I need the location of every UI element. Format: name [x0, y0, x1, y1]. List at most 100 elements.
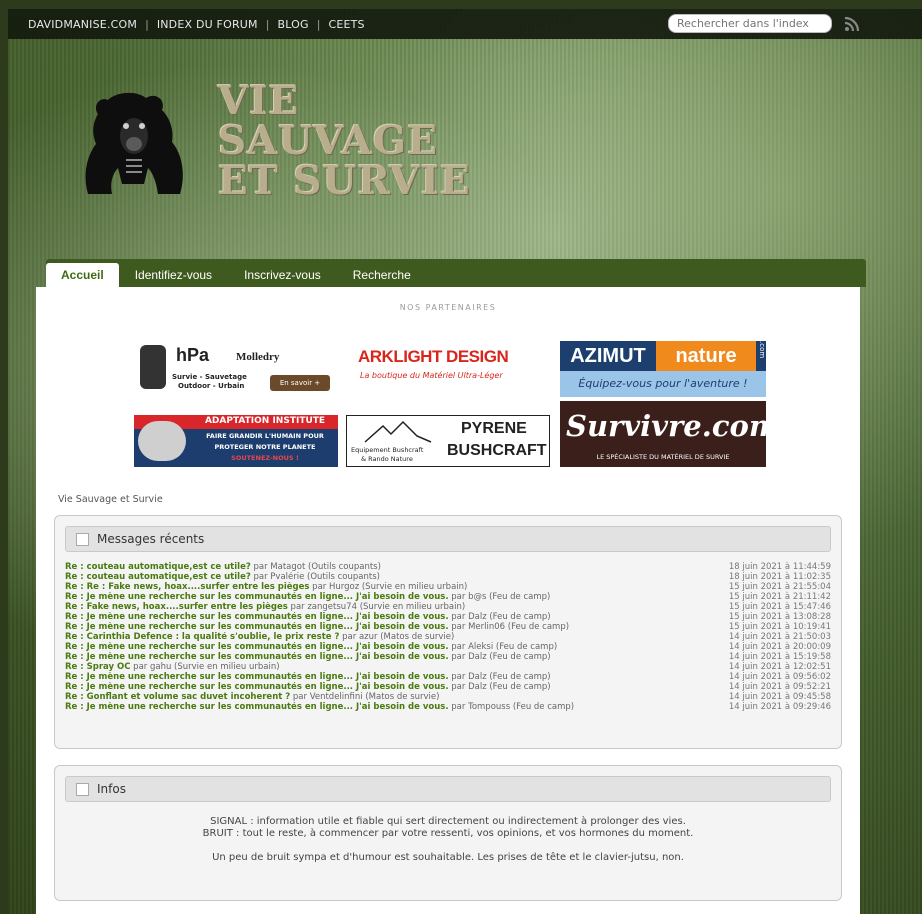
message-title-link[interactable]: Re : Je mène une recherche sur les commu…: [65, 702, 449, 712]
top-nav-links: DAVIDMANISE.COM | INDEX DU FORUM | BLOG …: [28, 18, 365, 31]
backpack-icon: [140, 345, 166, 389]
tab-accueil[interactable]: Accueil: [46, 263, 119, 287]
recent-messages-header[interactable]: Messages récents: [65, 526, 831, 552]
azimut-nature: nature: [656, 341, 756, 371]
pyrene-tag2: & Rando Nature: [361, 455, 413, 463]
top-bar: DAVIDMANISE.COM | INDEX DU FORUM | BLOG …: [8, 9, 922, 39]
list-item: Re : Je mène une recherche sur les commu…: [65, 682, 831, 692]
hpa-name: hPa: [176, 345, 210, 365]
message-date: 18 juin 2021 à 11:02:35: [728, 572, 831, 582]
message-title-link[interactable]: Re : Je mène une recherche sur les commu…: [65, 682, 449, 692]
message-summary: Re : Carinthia Defence : la qualité s'ou…: [65, 632, 454, 642]
site-logo-text[interactable]: VIE SAUVAGE ET SURVIE: [218, 81, 471, 201]
message-title-link[interactable]: Re : Je mène une recherche sur les commu…: [65, 612, 449, 622]
message-author-board[interactable]: par Dalz (Feu de camp): [449, 652, 550, 662]
collapse-checkbox[interactable]: [76, 532, 89, 546]
list-item: Re : Je mène une recherche sur les commu…: [65, 612, 831, 622]
page-frame: DAVIDMANISE.COM | INDEX DU FORUM | BLOG …: [8, 9, 922, 914]
message-author-board[interactable]: par Dalz (Feu de camp): [449, 672, 550, 682]
message-title-link[interactable]: Re : Je mène une recherche sur les commu…: [65, 622, 449, 632]
tab-identifiez-vous[interactable]: Identifiez-vous: [119, 263, 228, 287]
partners-title: NOS PARTENAIRES: [399, 303, 497, 312]
message-author-board[interactable]: par Pvalérie (Outils coupants): [251, 572, 379, 582]
message-author-board[interactable]: par Aleksi (Feu de camp): [449, 642, 557, 652]
message-title-link[interactable]: Re : Je mène une recherche sur les commu…: [65, 642, 449, 652]
message-author-board[interactable]: par Matagot (Outils coupants): [251, 562, 380, 572]
bear-logo-icon[interactable]: [78, 84, 190, 196]
message-summary: Re : Gonflant et volume sac duvet incohe…: [65, 692, 439, 702]
list-item: Re : Je mène une recherche sur les commu…: [65, 642, 831, 652]
separator: |: [316, 17, 321, 31]
list-item: Re : Carinthia Defence : la qualité s'ou…: [65, 632, 831, 642]
message-title-link[interactable]: Re : Re : Fake news, hoax....surfer entr…: [65, 582, 309, 592]
message-title-link[interactable]: Re : Je mène une recherche sur les commu…: [65, 592, 449, 602]
message-author-board[interactable]: par Dalz (Feu de camp): [449, 612, 550, 622]
adaptation-line2: PROTEGER NOTRE PLANETE: [214, 443, 316, 451]
message-author-board[interactable]: par Hurgoz (Survie en milieu urbain): [309, 582, 467, 592]
partner-hpa-banner[interactable]: hPa Molledry Survie - Sauvetage Outdoor …: [134, 341, 338, 397]
infos-header[interactable]: Infos: [65, 776, 831, 802]
list-item: Re : Fake news, hoax....surfer entre les…: [65, 602, 831, 612]
message-date: 15 juin 2021 à 21:11:42: [728, 592, 831, 602]
message-author-board[interactable]: par gahu (Survie en milieu urbain): [130, 662, 279, 672]
top-link-blog[interactable]: BLOG: [277, 18, 308, 31]
list-item: Re : Gonflant et volume sac duvet incohe…: [65, 692, 831, 702]
message-title-link[interactable]: Re : Fake news, hoax....surfer entre les…: [65, 602, 288, 612]
infos-line: BRUIT : tout le reste, à commencer par v…: [202, 828, 694, 839]
message-date: 14 juin 2021 à 09:52:21: [728, 682, 831, 692]
message-author-board[interactable]: par Tompouss (Feu de camp): [449, 702, 574, 712]
message-author-board[interactable]: par azur (Matos de survie): [339, 632, 454, 642]
main-nav: Accueil Identifiez-vous Inscrivez-vous R…: [46, 259, 866, 287]
top-link-davidmanise[interactable]: DAVIDMANISE.COM: [28, 18, 137, 31]
list-item: Re : Je mène une recherche sur les commu…: [65, 592, 831, 602]
arklight-tag: La boutique du Matériel Ultra-Léger: [360, 371, 503, 380]
list-item: Re : couteau automatique,est ce utile? p…: [65, 572, 831, 582]
top-link-forum-index[interactable]: INDEX DU FORUM: [157, 18, 258, 31]
message-summary: Re : Re : Fake news, hoax....surfer entr…: [65, 582, 467, 592]
recent-messages-title: Messages récents: [97, 532, 205, 546]
message-title-link[interactable]: Re : couteau automatique,est ce utile?: [65, 572, 251, 582]
message-title-link[interactable]: Re : Je mène une recherche sur les commu…: [65, 652, 449, 662]
message-title-link[interactable]: Re : Spray OC: [65, 662, 130, 672]
message-date: 14 juin 2021 à 12:02:51: [728, 662, 831, 672]
infos-title: Infos: [97, 782, 126, 796]
search-input[interactable]: [668, 14, 832, 33]
tab-inscrivez-vous[interactable]: Inscrivez-vous: [228, 263, 337, 287]
adaptation-name: ADAPTATION INSTITUTE: [204, 416, 326, 426]
message-author-board[interactable]: par b@s (Feu de camp): [449, 592, 550, 602]
message-summary: Re : Je mène une recherche sur les commu…: [65, 622, 569, 632]
message-summary: Re : couteau automatique,est ce utile? p…: [65, 562, 381, 572]
message-date: 14 juin 2021 à 21:50:03: [728, 632, 831, 642]
message-title-link[interactable]: Re : Carinthia Defence : la qualité s'ou…: [65, 632, 339, 642]
message-summary: Re : Je mène une recherche sur les commu…: [65, 592, 550, 602]
message-author-board[interactable]: par Merlin06 (Feu de camp): [449, 622, 569, 632]
message-title-link[interactable]: Re : couteau automatique,est ce utile?: [65, 562, 251, 572]
brain-icon: [138, 421, 186, 461]
message-date: 15 juin 2021 à 10:19:41: [728, 622, 831, 632]
hpa-more-button[interactable]: En savoir +: [270, 375, 330, 391]
message-title-link[interactable]: Re : Je mène une recherche sur les commu…: [65, 672, 449, 682]
collapse-checkbox[interactable]: [76, 782, 89, 796]
message-author-board[interactable]: par zangetsu74 (Survie en milieu urbain): [288, 602, 466, 612]
tab-recherche[interactable]: Recherche: [337, 263, 427, 287]
molledry-name: Molledry: [236, 351, 280, 363]
partner-survivre-banner[interactable]: Survivre.com LE SPÉCIALISTE DU MATÉRIEL …: [560, 401, 766, 467]
message-summary: Re : Spray OC par gahu (Survie en milieu…: [65, 662, 280, 672]
partner-adaptation-banner[interactable]: ADAPTATION INSTITUTE FAIRE GRANDIR L'HUM…: [134, 415, 338, 467]
message-summary: Re : Je mène une recherche sur les commu…: [65, 672, 551, 682]
message-author-board[interactable]: par Dalz (Feu de camp): [449, 682, 550, 692]
message-date: 14 juin 2021 à 09:29:46: [728, 702, 831, 712]
partner-arklight-banner[interactable]: ARKLIGHT DESIGN La boutique du Matériel …: [354, 341, 550, 393]
partner-azimut-banner[interactable]: AZIMUT nature .com Équipez-vous pour l'a…: [560, 341, 766, 397]
message-date: 14 juin 2021 à 09:45:58: [728, 692, 831, 702]
message-title-link[interactable]: Re : Gonflant et volume sac duvet incohe…: [65, 692, 290, 702]
message-summary: Re : Je mène une recherche sur les commu…: [65, 702, 574, 712]
list-item: Re : Re : Fake news, hoax....surfer entr…: [65, 582, 831, 592]
list-item: Re : Je mène une recherche sur les commu…: [65, 702, 831, 712]
message-author-board[interactable]: par Ventdelinfini (Matos de survie): [290, 692, 440, 702]
breadcrumb[interactable]: Vie Sauvage et Survie: [58, 494, 163, 505]
list-item: Re : couteau automatique,est ce utile? p…: [65, 562, 831, 572]
top-link-ceets[interactable]: CEETS: [328, 18, 364, 31]
partner-pyrene-banner[interactable]: Equipement Bushcraft & Rando Nature PYRE…: [346, 415, 550, 467]
rss-icon[interactable]: [844, 16, 860, 32]
